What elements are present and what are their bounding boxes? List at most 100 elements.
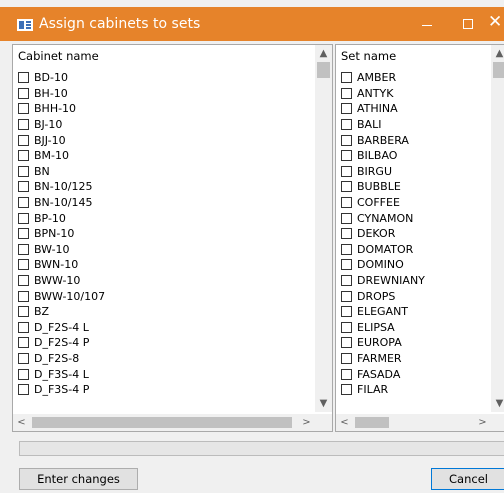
horizontal-scroll-thumb[interactable]	[355, 417, 389, 428]
set-item-row[interactable]: BUBBLE	[341, 179, 425, 195]
set-item-checkbox[interactable]	[341, 87, 352, 99]
cabinet-item-row[interactable]: BPN-10	[18, 226, 105, 242]
set-horizontal-scrollbar[interactable]: < >	[336, 414, 504, 431]
set-item-row[interactable]: ELIPSA	[341, 320, 425, 336]
cabinet-item-checkbox[interactable]	[18, 337, 29, 349]
scroll-right-icon[interactable]: >	[474, 414, 491, 431]
set-item-row[interactable]: BIRGU	[341, 164, 425, 180]
cabinet-item-checkbox[interactable]	[18, 275, 29, 287]
cabinet-item-checkbox[interactable]	[18, 165, 29, 177]
set-item-row[interactable]: DROPS	[341, 288, 425, 304]
cabinet-item-checkbox[interactable]	[18, 134, 29, 146]
cabinet-item-row[interactable]: BWW-10	[18, 273, 105, 289]
set-item-row[interactable]: COFFEE	[341, 195, 425, 211]
cabinet-item-checkbox[interactable]	[18, 368, 29, 380]
set-item-checkbox[interactable]	[341, 165, 352, 177]
set-list[interactable]: Set name AMBER ANTYK ATHINA BALI BARBERA BILB…	[335, 44, 504, 432]
scroll-thumb[interactable]	[493, 62, 504, 78]
cabinet-item-checkbox[interactable]	[18, 290, 29, 302]
scroll-down-icon[interactable]: ▼	[315, 395, 332, 412]
cabinet-horizontal-scrollbar[interactable]: < >	[13, 414, 332, 431]
cabinet-item-row[interactable]: BN-10/145	[18, 195, 105, 211]
cabinet-vertical-scrollbar[interactable]: ▲ ▼	[315, 45, 332, 412]
cabinet-item-row[interactable]: BM-10	[18, 148, 105, 164]
set-item-checkbox[interactable]	[341, 228, 352, 240]
scroll-up-icon[interactable]: ▲	[315, 45, 332, 62]
cabinet-item-row[interactable]: BHH-10	[18, 101, 105, 117]
cabinet-item-checkbox[interactable]	[18, 228, 29, 240]
set-vertical-scrollbar[interactable]: ▲ ▼	[491, 45, 504, 412]
cabinet-item-row[interactable]: BZ	[18, 304, 105, 320]
scroll-up-icon[interactable]: ▲	[491, 45, 504, 62]
scroll-right-icon[interactable]: >	[298, 414, 315, 431]
scroll-left-icon[interactable]: <	[13, 414, 30, 431]
cabinet-item-row[interactable]: BP-10	[18, 210, 105, 226]
set-item-checkbox[interactable]	[341, 259, 352, 271]
cabinet-item-row[interactable]: BN	[18, 164, 105, 180]
cabinet-item-row[interactable]: D_F2S-4 L	[18, 320, 105, 336]
set-item-row[interactable]: DOMINO	[341, 257, 425, 273]
set-item-checkbox[interactable]	[341, 212, 352, 224]
set-item-checkbox[interactable]	[341, 352, 352, 364]
cabinet-item-row[interactable]: D_F2S-8	[18, 351, 105, 367]
set-item-checkbox[interactable]	[341, 103, 352, 115]
title-bar[interactable]: Assign cabinets to sets ✕	[0, 7, 504, 41]
set-item-checkbox[interactable]	[341, 197, 352, 209]
cabinet-item-row[interactable]: D_F3S-4 P	[18, 382, 105, 398]
cabinet-item-checkbox[interactable]	[18, 181, 29, 193]
set-item-checkbox[interactable]	[341, 368, 352, 380]
set-item-checkbox[interactable]	[341, 119, 352, 131]
scroll-left-icon[interactable]: <	[336, 414, 353, 431]
set-item-row[interactable]: FILAR	[341, 382, 425, 398]
minimize-button[interactable]	[404, 7, 448, 41]
set-item-checkbox[interactable]	[341, 181, 352, 193]
cabinet-item-checkbox[interactable]	[18, 212, 29, 224]
horizontal-scroll-thumb[interactable]	[32, 417, 292, 428]
set-item-row[interactable]: ATHINA	[341, 101, 425, 117]
cabinet-item-row[interactable]: BD-10	[18, 70, 105, 86]
cabinet-item-checkbox[interactable]	[18, 87, 29, 99]
set-item-checkbox[interactable]	[341, 72, 352, 84]
cabinet-item-checkbox[interactable]	[18, 352, 29, 364]
set-item-row[interactable]: CYNAMON	[341, 210, 425, 226]
cabinet-item-checkbox[interactable]	[18, 103, 29, 115]
set-item-row[interactable]: BALI	[341, 117, 425, 133]
cabinet-item-checkbox[interactable]	[18, 119, 29, 131]
set-item-checkbox[interactable]	[341, 306, 352, 318]
set-item-row[interactable]: AMBER	[341, 70, 425, 86]
set-item-row[interactable]: ELEGANT	[341, 304, 425, 320]
close-button[interactable]: ✕	[482, 7, 504, 41]
set-item-row[interactable]: FASADA	[341, 366, 425, 382]
set-item-row[interactable]: ANTYK	[341, 86, 425, 102]
scroll-thumb[interactable]	[317, 62, 330, 78]
set-item-checkbox[interactable]	[341, 243, 352, 255]
set-item-checkbox[interactable]	[341, 134, 352, 146]
cabinet-list[interactable]: Cabinet name BD-10 BH-10 BHH-10 BJ-10 BJJ-10…	[12, 44, 333, 432]
set-item-checkbox[interactable]	[341, 384, 352, 396]
cabinet-item-checkbox[interactable]	[18, 243, 29, 255]
set-item-checkbox[interactable]	[341, 275, 352, 287]
set-item-row[interactable]: EUROPA	[341, 335, 425, 351]
cabinet-item-checkbox[interactable]	[18, 384, 29, 396]
set-item-checkbox[interactable]	[341, 321, 352, 333]
cabinet-item-row[interactable]: BH-10	[18, 86, 105, 102]
cabinet-item-checkbox[interactable]	[18, 197, 29, 209]
set-item-row[interactable]: DREWNIANY	[341, 273, 425, 289]
set-item-checkbox[interactable]	[341, 337, 352, 349]
set-item-row[interactable]: DEKOR	[341, 226, 425, 242]
cabinet-item-checkbox[interactable]	[18, 321, 29, 333]
set-item-row[interactable]: BARBERA	[341, 132, 425, 148]
scroll-down-icon[interactable]: ▼	[491, 395, 504, 412]
set-item-row[interactable]: BILBAO	[341, 148, 425, 164]
cabinet-item-row[interactable]: D_F3S-4 L	[18, 366, 105, 382]
cabinet-item-row[interactable]: BW-10	[18, 242, 105, 258]
cancel-button[interactable]: Cancel	[431, 468, 504, 490]
cabinet-item-checkbox[interactable]	[18, 259, 29, 271]
cabinet-item-checkbox[interactable]	[18, 72, 29, 84]
set-item-row[interactable]: FARMER	[341, 351, 425, 367]
enter-changes-button[interactable]: Enter changes	[19, 468, 138, 490]
cabinet-item-row[interactable]: BJJ-10	[18, 132, 105, 148]
set-item-checkbox[interactable]	[341, 290, 352, 302]
cabinet-item-checkbox[interactable]	[18, 306, 29, 318]
cabinet-item-row[interactable]: BN-10/125	[18, 179, 105, 195]
